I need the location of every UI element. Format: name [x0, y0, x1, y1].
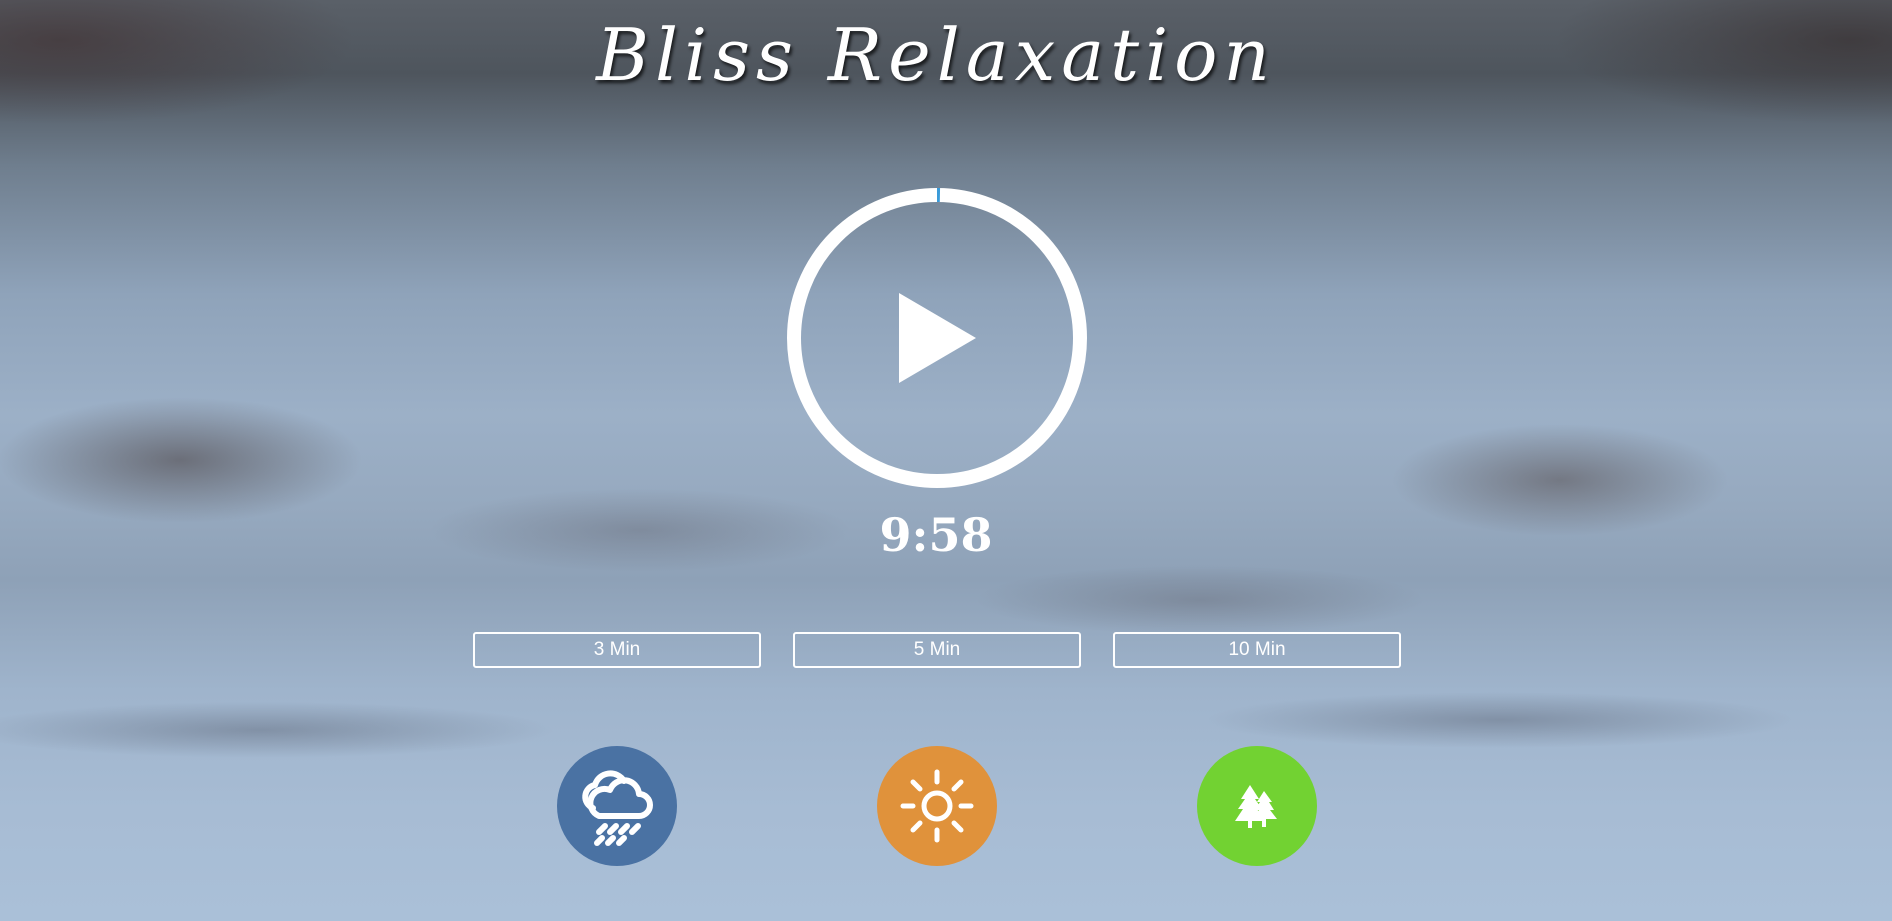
pine-tree-icon	[1235, 785, 1277, 828]
forest-sound-button[interactable]	[1197, 746, 1317, 866]
play-button[interactable]	[786, 187, 1088, 489]
rain-sound-button[interactable]	[557, 746, 677, 866]
cloud-rain-icon	[582, 770, 653, 846]
sun-sound-button[interactable]	[877, 746, 997, 866]
duration-3-min-button[interactable]: 3 Min	[473, 632, 761, 668]
progress-ring	[787, 188, 1087, 488]
duration-10-min-button[interactable]: 10 Min	[1113, 632, 1401, 668]
timer-display: 9:58	[879, 508, 993, 562]
duration-5-min-button[interactable]: 5 Min	[793, 632, 1081, 668]
app-title: Bliss Relaxation	[596, 13, 1276, 97]
play-icon	[899, 293, 976, 383]
sun-icon	[900, 769, 974, 843]
